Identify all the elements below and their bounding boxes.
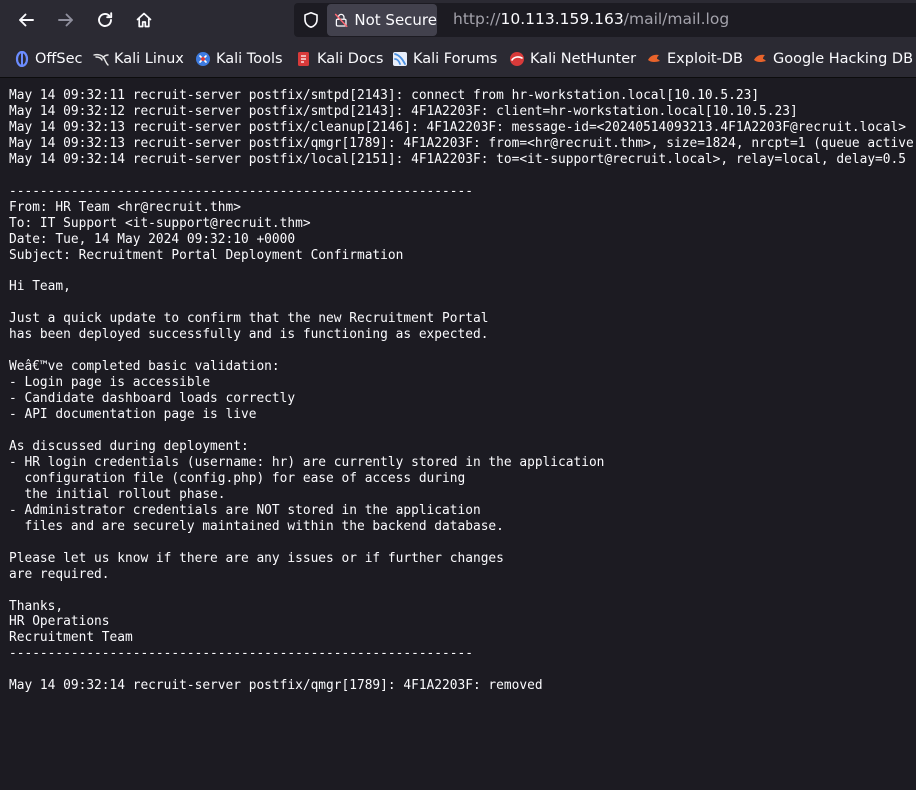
bookmark-kali-linux[interactable]: Kali Linux <box>93 49 184 69</box>
log-line: Thanks, <box>9 598 64 614</box>
nethunter-icon <box>510 52 524 66</box>
reload-button[interactable] <box>90 5 120 35</box>
bookmark-label: OffSec <box>35 51 83 67</box>
log-line: May 14 09:32:12 recruit-server postfix/s… <box>9 103 798 119</box>
log-line: May 14 09:32:14 recruit-server postfix/q… <box>9 678 543 694</box>
log-line: May 14 09:32:11 recruit-server postfix/s… <box>9 88 760 103</box>
log-line: Please let us know if there are any issu… <box>9 550 504 566</box>
kali-tools-icon <box>196 52 210 66</box>
security-label: Not Secure <box>354 11 437 29</box>
address-bar[interactable]: Not Secure http://10.113.159.163/mail/ma… <box>294 3 916 37</box>
bookmark-label: Kali Linux <box>114 51 184 67</box>
page-content: May 14 09:32:11 recruit-server postfix/s… <box>9 88 916 790</box>
log-line: configuration file (config.php) for ease… <box>9 470 466 486</box>
bookmark-label: Kali Tools <box>216 51 283 67</box>
browser-toolbar: Not Secure http://10.113.159.163/mail/ma… <box>0 0 916 40</box>
offsec-icon <box>15 51 29 67</box>
url-text[interactable]: http://10.113.159.163/mail/mail.log <box>453 10 729 28</box>
log-line: Hi Team, <box>9 279 71 295</box>
log-line: From: HR Team <hr@recruit.thm> <box>9 199 241 215</box>
bookmark-kali-tools[interactable]: Kali Tools <box>195 49 283 69</box>
home-icon <box>136 12 152 28</box>
log-line: To: IT Support <it-support@recruit.thm> <box>9 215 311 231</box>
log-line: May 14 09:32:13 recruit-server postfix/c… <box>9 119 906 135</box>
insecure-lock-icon <box>334 13 348 28</box>
bookmark-label: Exploit-DB <box>667 51 743 67</box>
log-line: has been deployed successfully and is fu… <box>9 327 489 343</box>
bookmark-google-hacking-db[interactable]: Google Hacking DB <box>752 49 913 69</box>
url-path: /mail/mail.log <box>623 10 730 28</box>
kali-dragon-icon <box>93 53 109 66</box>
log-line: files and are securely maintained within… <box>9 518 504 534</box>
bookmark-label: Kali NetHunter <box>530 51 637 67</box>
log-line: Subject: Recruitment Portal Deployment C… <box>9 247 404 263</box>
back-arrow-icon <box>19 13 34 27</box>
log-line: May 14 09:32:13 recruit-server postfix/q… <box>9 135 916 151</box>
log-line: are required. <box>9 566 110 582</box>
bookmark-kali-docs[interactable]: Kali Docs <box>296 49 383 69</box>
bookmark-kali-nethunter[interactable]: Kali NetHunter <box>509 49 636 69</box>
home-button[interactable] <box>129 5 159 35</box>
forward-button[interactable] <box>51 5 81 35</box>
kali-forums-icon <box>393 52 407 66</box>
log-line: - API documentation page is live <box>9 407 257 423</box>
forward-arrow-icon <box>58 13 73 27</box>
ghdb-icon <box>754 54 766 62</box>
url-scheme: http:// <box>453 10 501 28</box>
log-line: - Administrator credentials are NOT stor… <box>9 502 481 518</box>
url-host: 10.113.159.163 <box>500 10 624 28</box>
bookmark-label: Google Hacking DB <box>773 51 914 67</box>
back-button[interactable] <box>11 5 41 35</box>
bookmark-offsec[interactable]: OffSec <box>14 49 83 69</box>
log-line: HR Operations <box>9 614 110 630</box>
bookmarks-bar: OffSec Kali Linux Kali Tools Kali Docs K… <box>0 40 916 78</box>
log-line: - Candidate dashboard loads correctly <box>9 391 296 407</box>
log-line: Weâ€™ve completed basic validation: <box>9 359 280 375</box>
bookmark-exploit-db[interactable]: Exploit-DB <box>646 49 743 69</box>
exploit-db-icon <box>648 54 660 62</box>
log-line: ----------------------------------------… <box>9 646 473 662</box>
bookmark-kali-forums[interactable]: Kali Forums <box>392 49 497 69</box>
log-line: Date: Tue, 14 May 2024 09:32:10 +0000 <box>9 231 296 247</box>
log-line: the initial rollout phase. <box>9 486 226 502</box>
security-indicator[interactable]: Not Secure <box>327 4 437 36</box>
log-line: Just a quick update to confirm that the … <box>9 311 489 327</box>
log-line: Recruitment Team <box>9 630 133 646</box>
log-line: - HR login credentials (username: hr) ar… <box>9 454 605 470</box>
shield-icon[interactable] <box>302 11 320 29</box>
bookmark-label: Kali Forums <box>413 51 498 67</box>
log-line: - Login page is accessible <box>9 375 211 391</box>
kali-docs-icon <box>298 52 309 66</box>
log-line: ----------------------------------------… <box>9 183 473 199</box>
mail-log-text: May 14 09:32:11 recruit-server postfix/s… <box>9 88 916 694</box>
log-line: May 14 09:32:14 recruit-server postfix/l… <box>9 151 906 167</box>
bookmark-label: Kali Docs <box>317 51 384 67</box>
reload-icon <box>98 12 113 27</box>
log-line: As discussed during deployment: <box>9 438 249 454</box>
